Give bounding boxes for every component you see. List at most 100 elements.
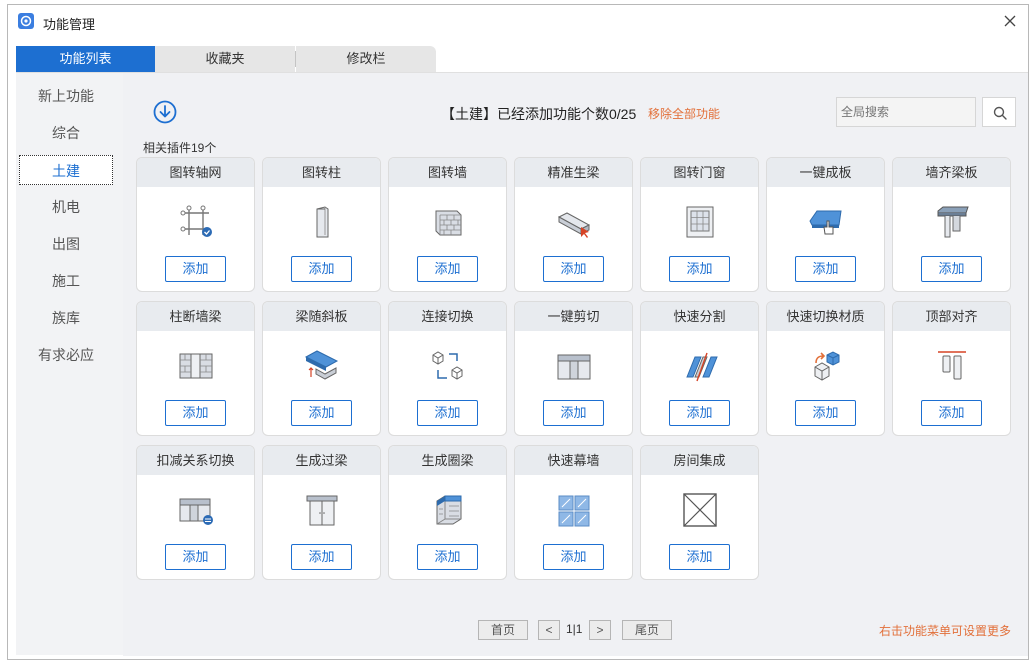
add-button[interactable]: 添加: [165, 544, 226, 570]
close-icon[interactable]: [1000, 11, 1020, 31]
tab-edit-bar[interactable]: 修改栏: [296, 46, 436, 72]
add-button[interactable]: 添加: [417, 400, 478, 426]
plugin-card-title: 图转门窗: [641, 158, 758, 187]
app-logo-icon: [18, 13, 34, 29]
add-button[interactable]: 添加: [795, 256, 856, 282]
tab-favorites[interactable]: 收藏夹: [155, 46, 295, 72]
plugin-card-title: 生成过梁: [263, 446, 380, 475]
add-button[interactable]: 添加: [543, 544, 604, 570]
cut-icon: [555, 349, 593, 383]
remove-all-link[interactable]: 移除全部功能: [648, 105, 720, 122]
column-cut-wall-icon: [177, 349, 215, 383]
add-button[interactable]: 添加: [921, 256, 982, 282]
tab-function-list[interactable]: 功能列表: [16, 46, 155, 72]
page-indicator: 1|1: [566, 622, 583, 636]
add-button[interactable]: 添加: [165, 400, 226, 426]
plugin-card: 快速切换材质 添加: [766, 301, 885, 436]
added-count-text: 【土建】已经添加功能个数0/25: [441, 106, 637, 122]
add-button[interactable]: 添加: [795, 400, 856, 426]
beam-icon: [555, 205, 593, 239]
function-manager-window: 功能管理 功能列表 收藏夹 修改栏 新上功能 综合 土建 机电 出图 施工 族库…: [7, 4, 1029, 660]
plugin-card-title: 图转柱: [263, 158, 380, 187]
sidebar-item-general[interactable]: 综合: [19, 118, 113, 148]
add-button[interactable]: 添加: [291, 400, 352, 426]
add-button[interactable]: 添加: [417, 256, 478, 282]
last-page-button[interactable]: 尾页: [622, 620, 672, 640]
plugin-card: 生成过梁 添加: [262, 445, 381, 580]
sidebar-item-requests[interactable]: 有求必应: [19, 340, 113, 370]
plugin-card-title: 梁随斜板: [263, 302, 380, 331]
split-icon: [681, 349, 719, 383]
brick-wall-icon: [429, 205, 467, 239]
plugin-card: 图转柱 添加: [262, 157, 381, 292]
plugin-card: 图转轴网 添加: [136, 157, 255, 292]
global-search-input[interactable]: [836, 97, 976, 127]
ring-beam-icon: [429, 493, 467, 527]
download-icon[interactable]: [153, 100, 177, 124]
search-button[interactable]: [982, 97, 1016, 127]
curtain-wall-icon: [555, 493, 593, 527]
column-icon: [303, 205, 341, 239]
plugin-card-title: 快速分割: [641, 302, 758, 331]
plugin-card: 精准生梁 添加: [514, 157, 633, 292]
room-icon: [681, 493, 719, 527]
add-button[interactable]: 添加: [669, 544, 730, 570]
plugin-card: 扣减关系切换 添加: [136, 445, 255, 580]
plugin-card: 图转门窗 添加: [640, 157, 759, 292]
add-button[interactable]: 添加: [669, 256, 730, 282]
right-click-hint: 右击功能菜单可设置更多: [879, 624, 1012, 638]
sidebar-item-drawing[interactable]: 出图: [19, 229, 113, 259]
plugin-card: 快速分割 添加: [640, 301, 759, 436]
axis-grid-icon: [177, 205, 215, 239]
plugin-card: 房间集成 添加: [640, 445, 759, 580]
add-button[interactable]: 添加: [417, 544, 478, 570]
plugin-card: 顶部对齐 添加: [892, 301, 1011, 436]
plugin-card-title: 房间集成: [641, 446, 758, 475]
plugin-card: 一键剪切 添加: [514, 301, 633, 436]
category-sidebar: 新上功能 综合 土建 机电 出图 施工 族库 有求必应: [16, 73, 123, 655]
add-button[interactable]: 添加: [669, 400, 730, 426]
connect-switch-icon: [429, 349, 467, 383]
sidebar-item-civil[interactable]: 土建: [19, 155, 113, 185]
window-icon: [681, 205, 719, 239]
add-button[interactable]: 添加: [291, 256, 352, 282]
plugin-card: 图转墙 添加: [388, 157, 507, 292]
plugin-count: 相关插件19个: [143, 141, 217, 155]
add-button[interactable]: 添加: [165, 256, 226, 282]
first-page-button[interactable]: 首页: [478, 620, 528, 640]
sidebar-item-family-library[interactable]: 族库: [19, 303, 113, 333]
plugin-card-title: 连接切换: [389, 302, 506, 331]
prev-page-button[interactable]: <: [538, 620, 560, 640]
beam-slope-icon: [303, 349, 341, 383]
deduction-switch-icon: [177, 493, 215, 527]
sidebar-item-construction[interactable]: 施工: [19, 266, 113, 296]
plugin-card: 柱断墙梁 添加: [136, 301, 255, 436]
plugin-card-title: 图转轴网: [137, 158, 254, 187]
plugin-card-title: 柱断墙梁: [137, 302, 254, 331]
plugin-card-title: 精准生梁: [515, 158, 632, 187]
sidebar-item-mep[interactable]: 机电: [19, 192, 113, 222]
plugin-card-title: 一键剪切: [515, 302, 632, 331]
add-button[interactable]: 添加: [291, 544, 352, 570]
add-button[interactable]: 添加: [921, 400, 982, 426]
tab-bar: 功能列表 收藏夹 修改栏: [16, 46, 436, 72]
plugin-card: 墙齐梁板 添加: [892, 157, 1011, 292]
top-align-icon: [933, 349, 971, 383]
search-icon: [993, 106, 1007, 120]
content-area: 【土建】已经添加功能个数0/25 移除全部功能 相关插件19个 图转轴网 添加 …: [123, 73, 1028, 656]
lintel-icon: [303, 493, 341, 527]
plugin-card: 一键成板 添加: [766, 157, 885, 292]
add-button[interactable]: 添加: [543, 256, 604, 282]
plugin-card-title: 快速切换材质: [767, 302, 884, 331]
plugin-card-title: 一键成板: [767, 158, 884, 187]
add-button[interactable]: 添加: [543, 400, 604, 426]
plugin-card: 连接切换 添加: [388, 301, 507, 436]
sidebar-item-new[interactable]: 新上功能: [19, 81, 113, 111]
next-page-button[interactable]: >: [589, 620, 611, 640]
wall-align-slab-icon: [933, 205, 971, 239]
slab-icon: [807, 205, 845, 239]
plugin-card: 生成圈梁 添加: [388, 445, 507, 580]
title-bar: 功能管理: [8, 5, 1028, 38]
plugin-grid: 图转轴网 添加 图转柱 添加 图转墙 添加 精准生梁 添加 图转门窗 添加 一键…: [136, 157, 1016, 587]
main-panel: 新上功能 综合 土建 机电 出图 施工 族库 有求必应 【土建】已经添加功能个数…: [16, 72, 1028, 656]
